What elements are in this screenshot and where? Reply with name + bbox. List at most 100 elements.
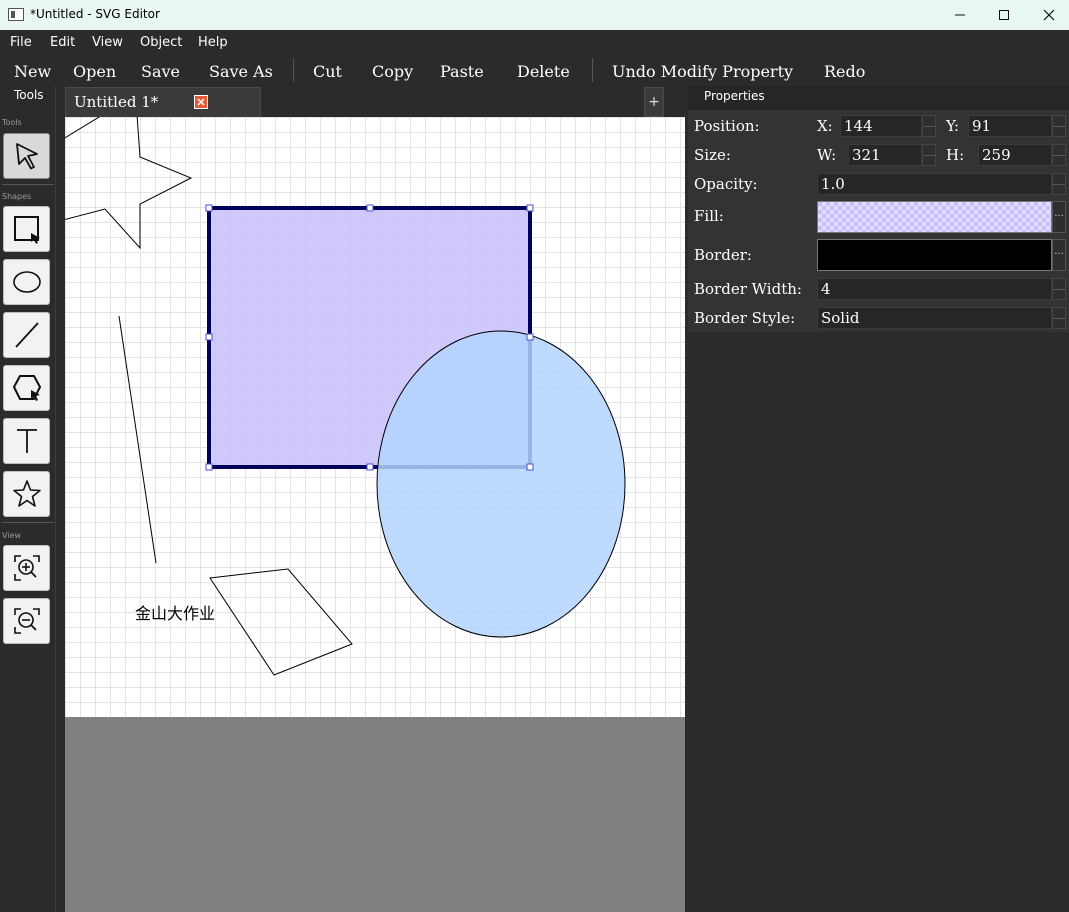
new-tab-button[interactable]: + <box>644 87 664 117</box>
document-tab[interactable]: Untitled 1* <box>65 87 261 117</box>
border-style-dropdown[interactable] <box>1052 307 1066 329</box>
x-label: X: <box>817 117 833 135</box>
delete-button[interactable]: Delete <box>517 62 570 81</box>
resize-handle[interactable] <box>366 463 374 471</box>
toolbar-separator <box>592 58 593 82</box>
undo-button[interactable]: Undo Modify Property <box>612 62 793 81</box>
opacity-spinner[interactable] <box>1052 173 1066 195</box>
toolbar-separator <box>293 58 294 82</box>
ellipse-tool-button[interactable] <box>3 259 50 305</box>
close-tab-button[interactable] <box>194 95 208 109</box>
rectangle-tool-button[interactable] <box>3 206 50 252</box>
fill-more-button[interactable]: ... <box>1052 201 1066 233</box>
close-icon <box>1043 9 1055 21</box>
position-label: Position: <box>694 117 760 135</box>
border-width-spinner[interactable] <box>1052 278 1066 300</box>
ellipse-shape[interactable] <box>376 330 626 638</box>
h-label: H: <box>946 146 965 164</box>
height-spinner[interactable] <box>1052 144 1066 166</box>
menu-view[interactable]: View <box>92 35 123 50</box>
title-bar: *Untitled - SVG Editor <box>0 0 1069 30</box>
cursor-icon <box>15 143 38 170</box>
paste-button[interactable]: Paste <box>440 62 484 81</box>
star-shape[interactable] <box>65 117 193 250</box>
save-button[interactable]: Save <box>141 62 180 81</box>
resize-handle[interactable] <box>366 204 374 212</box>
y-spinner[interactable] <box>1052 115 1066 137</box>
zoom-out-icon <box>13 608 40 634</box>
minimize-button[interactable] <box>937 0 983 30</box>
border-width-label: Border Width: <box>694 280 802 298</box>
toolbar: New Open Save Save As Cut Copy Paste Del… <box>0 56 1069 86</box>
menu-object[interactable]: Object <box>140 35 182 50</box>
text-tool-button[interactable] <box>3 418 50 464</box>
app-icon <box>8 8 24 21</box>
tools-panel: Tools Tools Shapes View <box>0 86 56 912</box>
fill-color-swatch[interactable] <box>817 201 1052 233</box>
width-input[interactable]: 321 <box>848 144 922 166</box>
copy-button[interactable]: Copy <box>372 62 413 81</box>
width-spinner[interactable] <box>922 144 936 166</box>
x-input[interactable]: 144 <box>840 115 922 137</box>
document-tab-label: Untitled 1* <box>74 93 159 111</box>
tools-panel-title: Tools <box>14 88 44 102</box>
quadrilateral-shape[interactable] <box>209 568 353 676</box>
line-shape[interactable] <box>118 315 157 564</box>
close-icon <box>197 98 205 106</box>
rectangle-icon <box>13 216 40 244</box>
minimize-icon <box>955 14 965 16</box>
line-icon <box>14 322 39 348</box>
resize-handle[interactable] <box>526 463 534 471</box>
menu-edit[interactable]: Edit <box>50 35 75 50</box>
polygon-icon <box>12 375 41 401</box>
border-color-swatch[interactable] <box>817 239 1052 271</box>
resize-handle[interactable] <box>205 333 213 341</box>
text-icon <box>16 429 37 453</box>
tools-group-label: Tools <box>2 118 22 127</box>
zoom-out-button[interactable] <box>3 598 50 644</box>
border-style-select[interactable]: Solid <box>817 307 1052 329</box>
w-label: W: <box>817 146 837 164</box>
star-tool-button[interactable] <box>3 471 50 517</box>
zoom-in-button[interactable] <box>3 545 50 591</box>
y-input[interactable]: 91 <box>968 115 1052 137</box>
view-group-label: View <box>2 531 21 540</box>
open-button[interactable]: Open <box>73 62 116 81</box>
shapes-group-label: Shapes <box>2 192 32 201</box>
resize-handle[interactable] <box>526 333 534 341</box>
maximize-button[interactable] <box>981 0 1027 30</box>
properties-header: Properties <box>688 86 1069 110</box>
border-label: Border: <box>694 246 752 264</box>
opacity-input[interactable]: 1.0 <box>817 173 1052 195</box>
save-as-button[interactable]: Save As <box>209 62 273 81</box>
line-tool-button[interactable] <box>3 312 50 358</box>
star-icon <box>12 480 41 507</box>
x-spinner[interactable] <box>922 115 936 137</box>
resize-handle[interactable] <box>205 204 213 212</box>
maximize-icon <box>999 10 1009 20</box>
document-tab-bar: Untitled 1* + <box>56 86 688 117</box>
resize-handle[interactable] <box>526 204 534 212</box>
window-title: *Untitled - SVG Editor <box>30 7 160 21</box>
height-input[interactable]: 259 <box>978 144 1052 166</box>
fill-label: Fill: <box>694 207 724 225</box>
border-width-input[interactable]: 4 <box>817 278 1052 300</box>
polygon-tool-button[interactable] <box>3 365 50 411</box>
properties-body: Position: X: 144 Y: 91 Size: W: 321 H: 2… <box>688 110 1069 332</box>
canvas-text[interactable]: 金山大作业 <box>135 604 215 623</box>
size-label: Size: <box>694 146 731 164</box>
resize-handle[interactable] <box>205 463 213 471</box>
select-tool-button[interactable] <box>3 133 50 179</box>
border-more-button[interactable]: ... <box>1052 239 1066 271</box>
redo-button[interactable]: Redo <box>824 62 865 81</box>
ellipse-icon <box>12 271 41 293</box>
canvas-area[interactable]: 金山大作业 <box>65 117 685 912</box>
close-window-button[interactable] <box>1026 0 1069 30</box>
drawing-canvas[interactable]: 金山大作业 <box>65 117 685 717</box>
cut-button[interactable]: Cut <box>313 62 342 81</box>
menu-help[interactable]: Help <box>198 35 228 50</box>
border-style-label: Border Style: <box>694 309 796 327</box>
menu-file[interactable]: File <box>10 35 32 50</box>
opacity-label: Opacity: <box>694 175 758 193</box>
new-button[interactable]: New <box>14 62 51 81</box>
